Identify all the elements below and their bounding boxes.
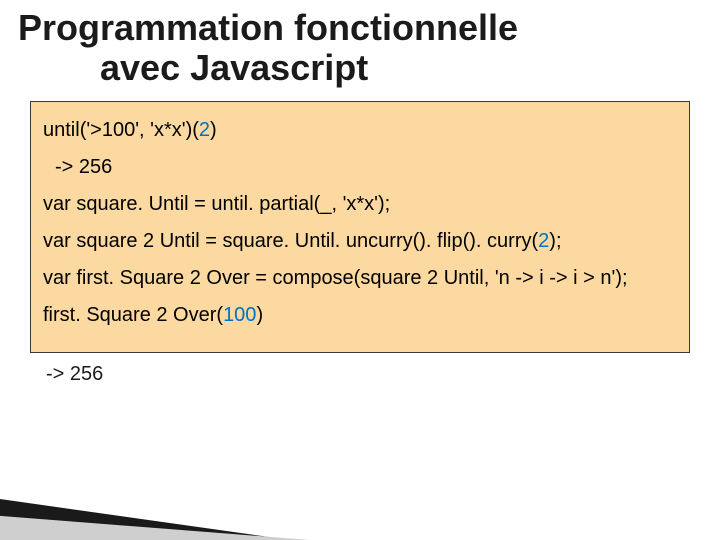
code-line-3: var square. Until = until. partial(_, 'x… <box>43 192 681 217</box>
code-text: ) <box>256 304 263 326</box>
code-line-5: var first. Square 2 Over = compose(squar… <box>43 266 681 291</box>
code-line-2: -> 256 <box>55 155 681 180</box>
code-line-1: until('>100', 'x*x')(2) <box>43 118 681 143</box>
code-literal: 2 <box>199 119 210 141</box>
code-line-4: var square 2 Until = square. Until. uncu… <box>43 229 681 254</box>
wedge-light <box>0 512 310 540</box>
code-text: first. Square 2 Over( <box>43 304 223 326</box>
code-text: ); <box>549 230 561 252</box>
code-text: ) <box>210 119 217 141</box>
title-line-1: Programmation fonctionnelle <box>18 7 518 48</box>
result-output: -> 256 <box>46 363 720 386</box>
code-text: until('>100', 'x*x')( <box>43 119 199 141</box>
code-line-6: first. Square 2 Over(100) <box>43 303 681 328</box>
slide-title: Programmation fonctionnelle avec Javascr… <box>0 0 720 89</box>
decorative-wedge <box>0 470 350 540</box>
code-box: until('>100', 'x*x')(2) -> 256 var squar… <box>30 101 690 353</box>
code-text: var square 2 Until = square. Until. uncu… <box>43 230 538 252</box>
title-line-2: avec Javascript <box>100 48 720 88</box>
code-literal: 100 <box>223 304 256 326</box>
code-literal: 2 <box>538 230 549 252</box>
